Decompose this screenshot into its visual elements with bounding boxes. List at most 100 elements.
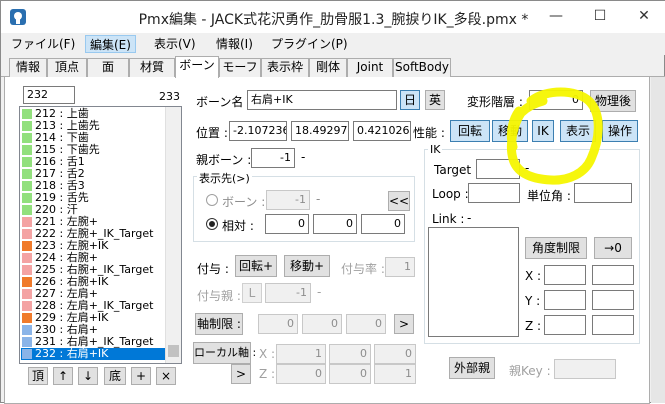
ik-link-name: - — [467, 211, 472, 225]
ik-y-min-input[interactable] — [544, 290, 586, 310]
close-button[interactable]: ✕ — [622, 1, 665, 31]
local-z2-input[interactable]: 0 — [329, 364, 371, 384]
relative-y-input[interactable]: 0 — [313, 214, 357, 234]
minimize-button[interactable]: — — [534, 1, 578, 31]
bone-color-swatch — [22, 145, 32, 155]
tab-material[interactable]: 材質 — [129, 58, 175, 77]
position-y-input[interactable]: 18.49297 — [291, 121, 349, 141]
bone-color-swatch — [22, 121, 32, 131]
list-scrollbar[interactable] — [165, 107, 181, 363]
display-arrow-button[interactable]: << — [388, 191, 410, 211]
ik-z-max-input[interactable] — [592, 315, 634, 335]
bone-name-input[interactable]: 右肩+IK — [247, 90, 397, 110]
menu-bar: ファイル(F) 編集(E) 表示(V) 情報(I) プラグイン(P) — [1, 33, 665, 55]
grant-move-button[interactable]: 移動+ — [284, 255, 330, 277]
ik-link-list[interactable] — [428, 227, 519, 337]
ik-z-label: Z : — [525, 319, 542, 333]
tab-display-frame[interactable]: 表示枠 — [261, 58, 309, 77]
bone-color-swatch — [22, 337, 32, 347]
display-bone-radio[interactable] — [206, 194, 218, 206]
bone-color-swatch — [22, 109, 32, 119]
local-axis-button[interactable]: ローカル軸 : — [193, 342, 256, 364]
list-up-button[interactable]: ↑ — [53, 367, 73, 385]
axis-x-input[interactable]: 0 — [258, 314, 298, 334]
local-z-label: Z : — [259, 367, 276, 381]
ik-y-max-input[interactable] — [592, 290, 634, 310]
parent-bone-input[interactable]: -1 — [251, 148, 295, 168]
display-bone-label: ボーン : — [222, 195, 266, 209]
list-item-label: 232 : 右肩+IK — [35, 347, 109, 360]
bone-color-swatch — [22, 277, 32, 287]
ik-z-min-input[interactable] — [544, 315, 586, 335]
tab-vertex[interactable]: 頂点 — [47, 58, 87, 77]
list-scroll-thumb[interactable] — [168, 345, 179, 357]
grant-rate-input[interactable]: 1 — [385, 257, 415, 277]
tab-info[interactable]: 情報 — [9, 58, 47, 77]
grant-parent-name: - — [317, 285, 322, 299]
ik-x-max-input[interactable] — [592, 265, 634, 285]
ik-link-label: Link : — [432, 212, 465, 226]
external-parent-button[interactable]: 外部親 — [449, 357, 495, 379]
menu-plugin[interactable]: プラグイン(P) — [267, 35, 352, 53]
grant-label: 付与 : — [197, 262, 229, 276]
display-relative-radio[interactable] — [206, 218, 218, 230]
list-add-button[interactable]: + — [131, 367, 151, 385]
axis-arrow-button[interactable]: > — [394, 314, 414, 334]
bone-list[interactable]: 212 : 上歯 213 : 上歯先 214 : 下歯 215 : 下歯先 216 : … — [19, 106, 182, 364]
maximize-button[interactable]: ☐ — [578, 1, 622, 31]
local-x2-input[interactable]: 0 — [329, 344, 371, 364]
menu-file[interactable]: ファイル(F) — [7, 35, 79, 53]
bone-color-swatch — [22, 325, 32, 335]
tab-face[interactable]: 面 — [87, 58, 129, 77]
position-x-input[interactable]: -2.107236 — [229, 121, 287, 141]
position-z-input[interactable]: 0.4210268 — [353, 121, 411, 141]
local-z1-input[interactable]: 0 — [276, 364, 326, 384]
ik-reset-button[interactable]: →0 — [594, 237, 632, 259]
local-x3-input[interactable]: 0 — [374, 344, 416, 364]
tab-rigid-body[interactable]: 剛体 — [309, 58, 347, 77]
perf-rotate-button[interactable]: 回転 — [450, 120, 490, 142]
tab-softbody[interactable]: SoftBody — [393, 58, 451, 77]
list-item[interactable]: 232 : 右肩+IK — [21, 348, 167, 360]
axis-z-input[interactable]: 0 — [346, 314, 386, 334]
list-delete-button[interactable]: × — [156, 367, 176, 385]
list-search-input[interactable]: 232 — [23, 86, 75, 104]
tab-joint[interactable]: Joint — [347, 58, 393, 77]
list-top-button[interactable]: 頂 — [28, 367, 48, 385]
local-z3-input[interactable]: 1 — [374, 364, 416, 384]
bone-color-swatch — [22, 241, 32, 251]
bone-color-swatch — [22, 217, 32, 227]
ik-angle-limit-button[interactable]: 角度制限 — [525, 237, 587, 259]
bone-color-swatch — [22, 253, 32, 263]
menu-view[interactable]: 表示(V) — [150, 35, 200, 53]
ik-loop-label: Loop : — [432, 187, 469, 201]
display-bone-input[interactable]: -1 — [266, 190, 310, 210]
local-x1-input[interactable]: 1 — [276, 344, 326, 364]
menu-edit[interactable]: 編集(E) — [85, 35, 136, 53]
ik-y-label: Y : — [525, 294, 541, 308]
bone-color-swatch — [22, 265, 32, 275]
grant-parent-button[interactable]: L — [242, 283, 262, 303]
bone-color-swatch — [22, 229, 32, 239]
tab-bone[interactable]: ボーン — [175, 56, 219, 78]
grant-rotate-button[interactable]: 回転+ — [235, 255, 277, 277]
lang-jp-button[interactable]: 日 — [400, 90, 420, 110]
parent-key-input[interactable] — [554, 359, 616, 379]
relative-z-input[interactable]: 0 — [361, 214, 405, 234]
grant-parent-label: 付与親 : — [197, 289, 241, 303]
ik-x-min-input[interactable] — [544, 265, 586, 285]
list-bottom-button[interactable]: 底 — [104, 367, 126, 385]
grant-parent-input[interactable]: -1 — [265, 283, 311, 303]
menu-info[interactable]: 情報(I) — [212, 35, 257, 53]
axis-limit-button[interactable]: 軸制限 : — [195, 313, 243, 335]
lang-en-button[interactable]: 英 — [425, 90, 445, 110]
relative-x-input[interactable]: 0 — [265, 214, 309, 234]
bone-count: 233 — [159, 90, 180, 103]
performance-label: 性能 : — [413, 126, 445, 140]
local-arrow-button[interactable]: > — [231, 364, 251, 384]
ik-group-label: IK — [428, 143, 443, 156]
tab-morph[interactable]: モーフ — [219, 58, 261, 77]
list-down-button[interactable]: ↓ — [78, 367, 98, 385]
axis-y-input[interactable]: 0 — [302, 314, 342, 334]
bone-color-swatch — [22, 205, 32, 215]
